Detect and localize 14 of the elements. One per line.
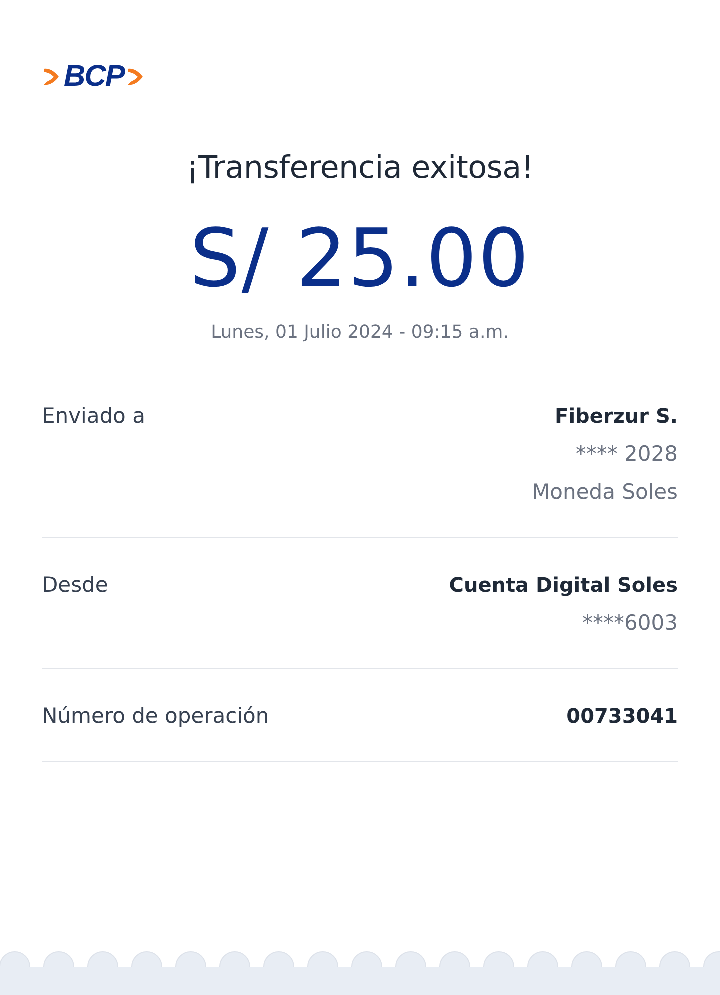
detail-value: Moneda Soles [532, 479, 678, 506]
detail-label: Número de operación [42, 703, 270, 730]
success-title: ¡Transferencia exitosa! [186, 150, 534, 186]
detail-value: ****6003 [582, 610, 678, 637]
detail-value: Fiberzur S. [555, 403, 678, 430]
logo-text: BCP [64, 62, 124, 92]
date-time: Lunes, 01 Julio 2024 - 09:15 a.m. [210, 322, 510, 343]
detail-label: Desde [42, 572, 108, 599]
detail-label: Enviado a [42, 403, 146, 430]
amount: S/ 25.00 [188, 214, 532, 304]
detail-value: 00733041 [566, 703, 678, 730]
chevron-icon [42, 66, 62, 88]
detail-value: Cuenta Digital Soles [449, 572, 678, 599]
detail-value: **** 2028 [576, 441, 678, 468]
